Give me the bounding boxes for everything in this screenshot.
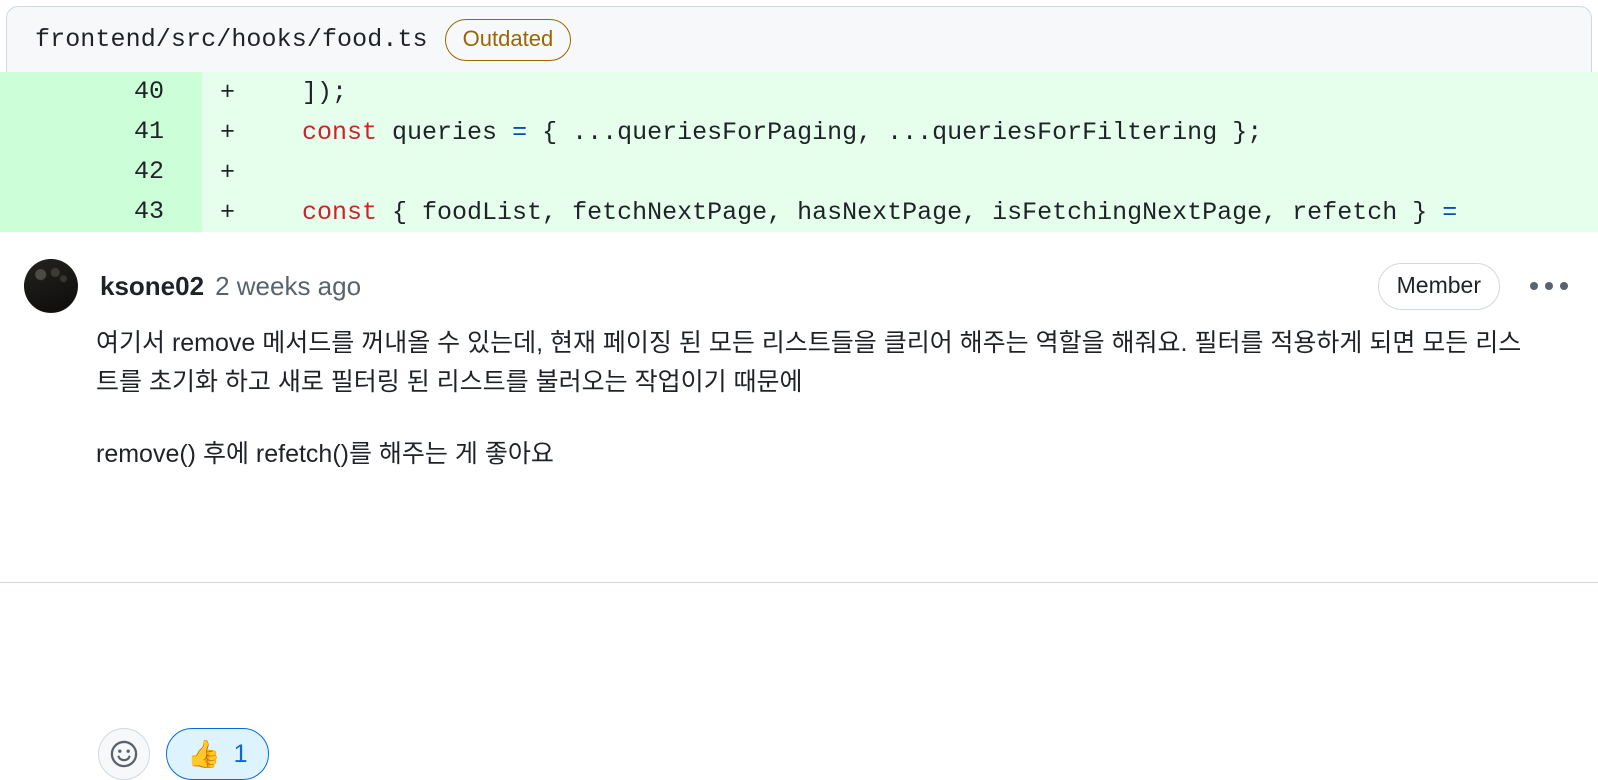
diff-line-number: 42 xyxy=(0,152,202,192)
role-badge-member: Member xyxy=(1377,262,1500,310)
diff-change-marker: + xyxy=(220,157,236,187)
diff-row[interactable]: 42 + xyxy=(0,152,1598,192)
diff-change-marker: + xyxy=(220,197,236,227)
diff-row[interactable]: 43 + const { foodList, fetchNextPage, ha… xyxy=(0,192,1598,232)
diff-row[interactable]: 40 + ]); xyxy=(0,72,1598,112)
code-token-keyword: const xyxy=(302,117,378,147)
diff-code-line: ]); xyxy=(254,78,347,107)
code-token-keyword: const xyxy=(302,197,378,227)
add-reaction-button[interactable] xyxy=(98,728,150,780)
comment-author[interactable]: ksone02 xyxy=(100,271,204,302)
smiley-icon xyxy=(110,740,138,768)
diff-change-marker: + xyxy=(220,77,236,107)
thumbs-up-emoji: 👍 xyxy=(187,738,221,769)
diff-code-line: const queries = { ...queriesForPaging, .… xyxy=(254,118,1262,147)
outdated-badge: Outdated xyxy=(444,18,572,61)
reaction-thumbs-up-button[interactable]: 👍 1 xyxy=(166,728,269,780)
diff-hunk: 40 + ]); 41 + const queries = { ...queri… xyxy=(0,72,1598,232)
comment-paragraph: remove() 후에 refetch()를 해주는 게 좋아요 xyxy=(96,439,554,468)
diff-line-number: 43 xyxy=(0,192,202,232)
avatar[interactable] xyxy=(24,259,78,313)
review-thread: frontend/src/hooks/food.ts Outdated 40 +… xyxy=(0,0,1598,780)
diff-row[interactable]: 41 + const queries = { ...queriesForPagi… xyxy=(0,112,1598,152)
code-token: ]); xyxy=(272,77,348,107)
code-token-operator: = xyxy=(1442,197,1458,227)
comment-body: 여기서 remove 메서드를 꺼내올 수 있는데, 현재 페이징 된 모든 리… xyxy=(96,324,1538,473)
comment-paragraph: 여기서 remove 메서드를 꺼내올 수 있는데, 현재 페이징 된 모든 리… xyxy=(96,329,1522,396)
code-token: { foodList, fetchNextPage, hasNextPage, … xyxy=(377,197,1443,227)
comment-header: ksone02 2 weeks ago Member xyxy=(24,258,1574,314)
diff-line-number: 40 xyxy=(0,72,202,112)
diff-line-number: 41 xyxy=(0,112,202,152)
diff-change-marker: + xyxy=(220,117,236,147)
file-header: frontend/src/hooks/food.ts Outdated xyxy=(6,6,1592,72)
review-comment: ksone02 2 weeks ago Member 여기서 remove 메서… xyxy=(0,232,1598,780)
reactions-bar: 👍 1 xyxy=(98,728,269,780)
kebab-horizontal-icon[interactable] xyxy=(1530,282,1568,290)
file-path[interactable]: frontend/src/hooks/food.ts xyxy=(35,25,428,54)
code-token: queries xyxy=(377,117,513,147)
diff-code-line: const { foodList, fetchNextPage, hasNext… xyxy=(254,198,1457,227)
reaction-count: 1 xyxy=(233,739,248,768)
code-token-operator: = xyxy=(512,117,528,147)
code-token: { ...queriesForPaging, ...queriesForFilt… xyxy=(527,117,1263,147)
comment-header-actions: Member xyxy=(1377,262,1574,310)
comment-timestamp[interactable]: 2 weeks ago xyxy=(215,271,361,302)
